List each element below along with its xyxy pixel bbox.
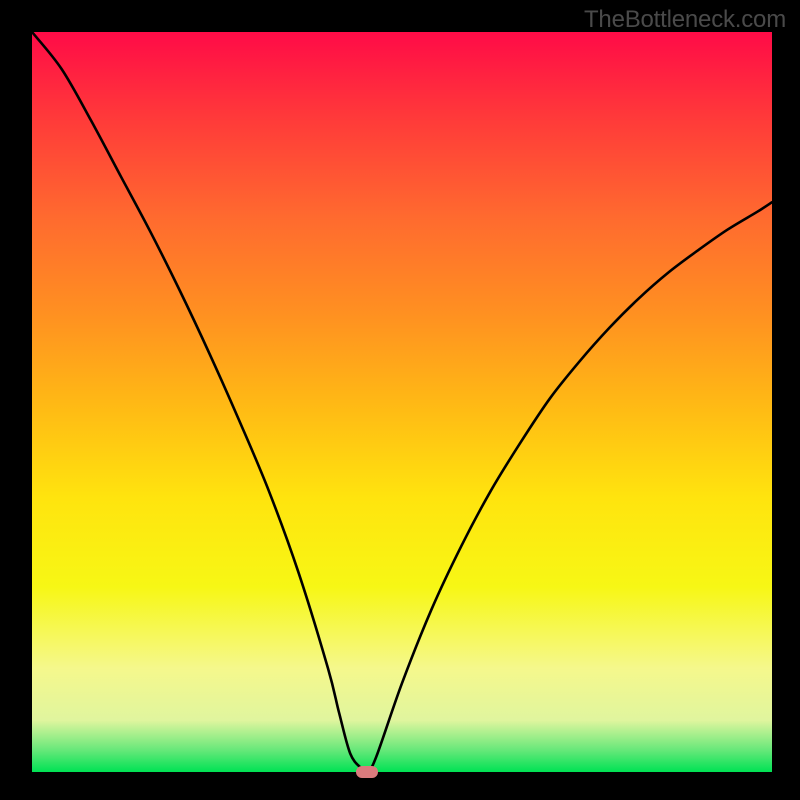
curve-svg bbox=[32, 32, 772, 772]
plot-area bbox=[32, 32, 772, 772]
optimal-marker bbox=[356, 766, 378, 778]
watermark-text: TheBottleneck.com bbox=[584, 6, 786, 34]
bottleneck-curve bbox=[32, 32, 772, 772]
